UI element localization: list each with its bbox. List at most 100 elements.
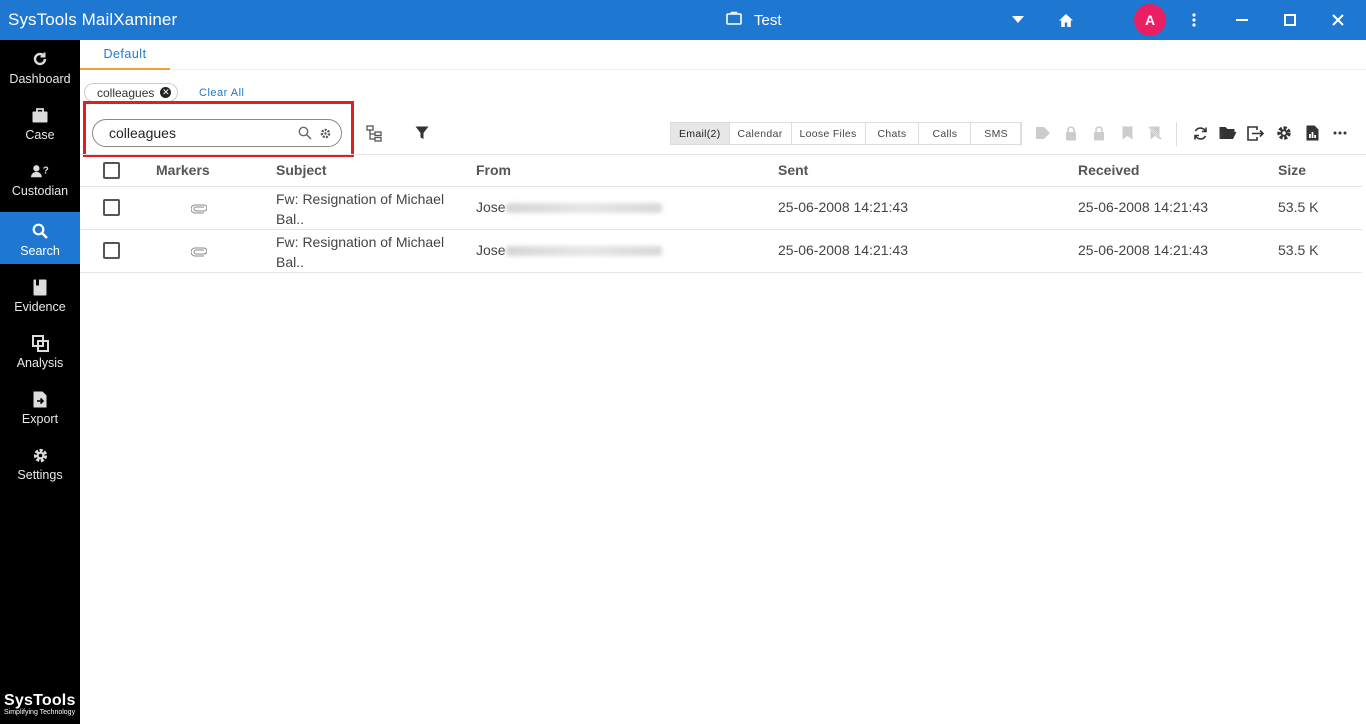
search-icon — [31, 222, 49, 240]
search-settings-icon[interactable] — [317, 125, 333, 141]
column-received[interactable]: Received — [1078, 162, 1139, 178]
home-icon[interactable] — [1056, 10, 1076, 30]
tab-calendar[interactable]: Calendar — [730, 123, 792, 144]
sidebar-item-search[interactable]: Search — [0, 212, 80, 264]
clear-all-link[interactable]: Clear All — [199, 87, 244, 99]
tab-divider — [170, 69, 1366, 70]
sidebar-item-case[interactable]: Case — [0, 96, 80, 148]
remove-bookmark-icon[interactable] — [1146, 124, 1164, 142]
sidebar-item-settings[interactable]: Settings — [0, 436, 80, 488]
row-subject: Fw: Resignation of Michael Bal.. — [276, 232, 444, 272]
maximize-icon[interactable] — [1280, 10, 1300, 30]
systools-logo: SysTools Simplifying Technology — [4, 692, 76, 716]
from-visible: Jose — [476, 242, 506, 258]
row-received: 25-06-2008 14:21:43 — [1078, 199, 1208, 215]
analysis-icon — [31, 334, 49, 352]
column-sent[interactable]: Sent — [778, 162, 808, 178]
case-selector[interactable]: Test — [726, 11, 782, 29]
search-input[interactable]: colleagues — [92, 119, 342, 147]
sidebar-item-export[interactable]: Export — [0, 380, 80, 432]
chip-remove-icon[interactable]: ✕ — [160, 87, 172, 98]
select-all-checkbox[interactable] — [103, 162, 120, 179]
tree-view-icon[interactable] — [365, 124, 383, 142]
sidebar-item-label: Case — [25, 128, 55, 142]
redacted-email — [505, 246, 662, 257]
tab-chats[interactable]: Chats — [866, 123, 920, 144]
subject-line-2: Bal.. — [276, 211, 305, 227]
evidence-icon — [31, 278, 49, 296]
table-top-border — [80, 154, 1366, 155]
row-checkbox[interactable] — [103, 199, 120, 216]
from-visible: Jose — [476, 199, 506, 215]
title-bar: SysTools MailXaminer Test A — [0, 0, 1366, 40]
case-name: Test — [754, 11, 782, 29]
briefcase-icon — [31, 106, 49, 124]
toolbar-divider — [1176, 122, 1177, 146]
row-from: Jose — [476, 199, 662, 215]
tab-sms[interactable]: SMS — [971, 123, 1021, 144]
search-icon[interactable] — [297, 125, 313, 141]
lock-icon[interactable] — [1062, 124, 1080, 142]
table-row[interactable]: Fw: Resignation of Michael Bal.. Jose 25… — [80, 230, 1362, 273]
sidebar-item-label: Custodian — [11, 184, 69, 198]
row-size: 53.5 K — [1278, 199, 1319, 215]
bookmark-icon[interactable] — [1118, 124, 1136, 142]
row-sent: 25-06-2008 14:21:43 — [778, 242, 908, 258]
subject-line-1: Fw: Resignation of Michael — [276, 191, 445, 207]
briefcase-icon — [726, 11, 742, 29]
chip-label: colleagues — [97, 85, 155, 100]
report-icon[interactable] — [1303, 124, 1321, 142]
export-icon — [31, 390, 49, 408]
item-type-tabs: Email(2) Calendar Loose Files Chats Call… — [670, 122, 1022, 145]
row-from: Jose — [476, 242, 662, 258]
search-term-chip[interactable]: colleagues ✕ — [84, 83, 179, 102]
sidebar-item-evidence[interactable]: Evidence — [0, 268, 80, 320]
export-icon[interactable] — [1247, 124, 1265, 142]
sidebar-item-dashboard[interactable]: Dashboard — [0, 40, 80, 92]
filter-icon[interactable] — [413, 124, 431, 142]
search-value: colleagues — [109, 125, 176, 141]
brand-name: SysTools — [4, 692, 76, 709]
svg-text:?: ? — [43, 166, 49, 177]
app-title: SysTools MailXaminer — [8, 10, 178, 29]
row-received: 25-06-2008 14:21:43 — [1078, 242, 1208, 258]
column-size[interactable]: Size — [1278, 162, 1306, 178]
subject-line-2: Bal.. — [276, 254, 305, 270]
sidebar-item-label: Search — [20, 244, 60, 258]
sidebar-item-label: Analysis — [16, 356, 64, 370]
tab-loose-files[interactable]: Loose Files — [792, 123, 866, 144]
custodian-icon: ? — [31, 162, 49, 180]
subject-line-1: Fw: Resignation of Michael — [276, 234, 445, 250]
open-folder-icon[interactable] — [1219, 124, 1237, 142]
table-row[interactable]: Fw: Resignation of Michael Bal.. Jose 25… — [80, 187, 1362, 230]
unlock-icon[interactable] — [1090, 124, 1108, 142]
gear-icon[interactable] — [1275, 124, 1293, 142]
refresh-icon — [31, 50, 49, 68]
tag-icon[interactable] — [1034, 124, 1052, 142]
sidebar-item-label: Export — [21, 412, 59, 426]
sidebar: Dashboard Case ? Custodian Search Eviden… — [0, 40, 80, 724]
column-subject[interactable]: Subject — [276, 162, 327, 178]
more-vertical-icon[interactable] — [1184, 10, 1204, 30]
more-horizontal-icon[interactable] — [1331, 124, 1349, 142]
column-markers[interactable]: Markers — [156, 162, 210, 178]
toolbar-divider — [1020, 122, 1021, 146]
gear-icon — [31, 446, 49, 464]
avatar[interactable]: A — [1134, 4, 1166, 36]
minimize-icon[interactable] — [1232, 10, 1252, 30]
sidebar-item-custodian[interactable]: ? Custodian — [0, 152, 80, 204]
row-sent: 25-06-2008 14:21:43 — [778, 199, 908, 215]
refresh-icon[interactable] — [1191, 124, 1209, 142]
row-checkbox[interactable] — [103, 242, 120, 259]
sidebar-item-label: Dashboard — [9, 72, 71, 86]
sidebar-item-label: Evidence — [14, 300, 66, 314]
chevron-down-icon[interactable] — [1008, 10, 1028, 30]
tab-email[interactable]: Email(2) — [671, 123, 730, 144]
tab-default[interactable]: Default — [80, 40, 170, 70]
sidebar-item-analysis[interactable]: Analysis — [0, 324, 80, 376]
tab-calls[interactable]: Calls — [919, 123, 972, 144]
close-icon[interactable] — [1328, 10, 1348, 30]
attachment-icon — [190, 244, 208, 260]
attachment-icon — [190, 201, 208, 217]
column-from[interactable]: From — [476, 162, 511, 178]
